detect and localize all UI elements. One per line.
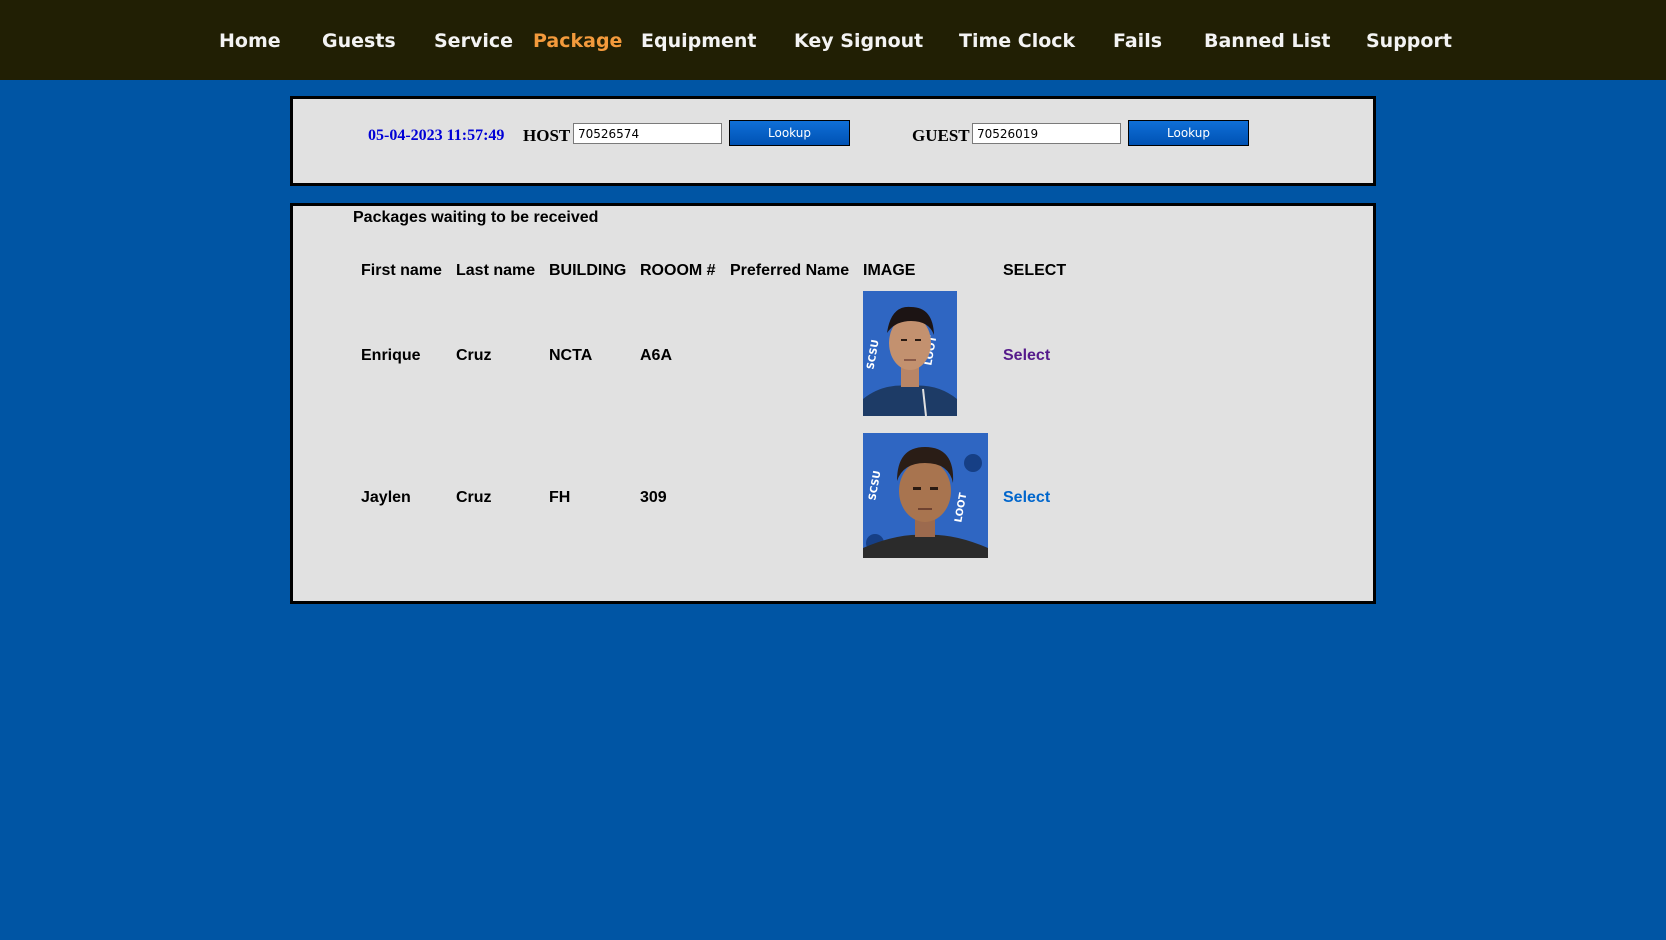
nav-equipment[interactable]: Equipment (641, 28, 757, 54)
cell-room: 309 (640, 489, 667, 506)
column-header-building: BUILDING (549, 262, 627, 279)
nav-service[interactable]: Service (434, 28, 513, 54)
top-navigation: Home Guests Service Package Equipment Ke… (0, 0, 1666, 80)
nav-support[interactable]: Support (1366, 28, 1452, 54)
cell-building: NCTA (549, 347, 593, 364)
nav-banned-list[interactable]: Banned List (1204, 28, 1330, 54)
packages-panel: Packages waiting to be received First na… (290, 203, 1376, 604)
guest-id-input[interactable] (972, 123, 1121, 144)
student-photo: SCSU LOOT (863, 433, 988, 558)
select-link[interactable]: Select (1003, 489, 1050, 507)
column-header-select: SELECT (1003, 262, 1067, 279)
cell-first-name: Enrique (361, 347, 421, 364)
packages-title: Packages waiting to be received (353, 209, 599, 226)
nav-package[interactable]: Package (533, 28, 622, 54)
cell-last-name: Cruz (456, 489, 492, 506)
host-label: HOST (523, 126, 571, 145)
guest-label: GUEST (912, 126, 970, 145)
nav-time-clock[interactable]: Time Clock (959, 28, 1075, 54)
column-header-last-name: Last name (456, 262, 536, 279)
cell-last-name: Cruz (456, 347, 492, 364)
nav-guests[interactable]: Guests (322, 28, 396, 54)
nav-key-signout[interactable]: Key Signout (794, 28, 923, 54)
host-id-input[interactable] (573, 123, 722, 144)
nav-home[interactable]: Home (219, 28, 281, 54)
column-header-room: ROOOM # (640, 262, 716, 279)
column-header-first-name: First name (361, 262, 442, 279)
cell-first-name: Jaylen (361, 489, 411, 506)
host-lookup-button[interactable]: Lookup (729, 120, 850, 146)
lookup-panel: 05-04-2023 11:57:49 HOST Lookup GUEST Lo… (290, 96, 1376, 186)
select-link[interactable]: Select (1003, 347, 1050, 365)
guest-lookup-button[interactable]: Lookup (1128, 120, 1249, 146)
cell-room: A6A (640, 347, 673, 364)
nav-fails[interactable]: Fails (1113, 28, 1162, 54)
student-photo: SCSU LOOT (863, 291, 957, 416)
cell-building: FH (549, 489, 571, 506)
current-datetime: 05-04-2023 11:57:49 (368, 127, 505, 144)
column-header-image: IMAGE (863, 262, 916, 279)
column-header-preferred-name: Preferred Name (730, 262, 850, 279)
